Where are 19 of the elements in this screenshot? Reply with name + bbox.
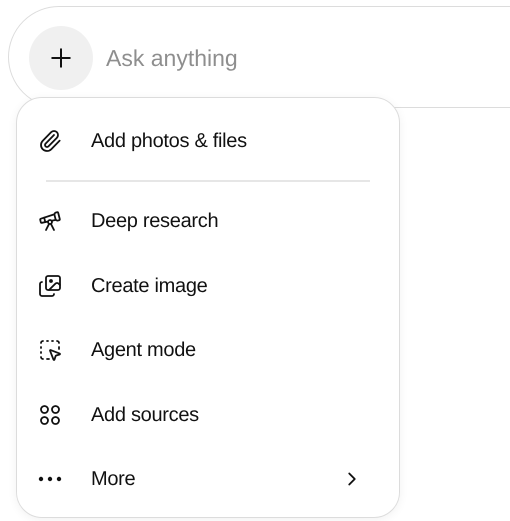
menu-item-label: Create image <box>91 274 208 299</box>
menu-item[interactable]: Deep research <box>29 189 387 254</box>
menu-item-label: Deep research <box>91 209 220 234</box>
telescope-icon <box>38 209 62 234</box>
four-circles-icon <box>38 402 62 427</box>
menu-item[interactable]: Add photos & files <box>29 112 387 169</box>
menu-item-label: More <box>91 467 136 492</box>
more-icon <box>38 476 62 482</box>
message-input[interactable]: Ask anything <box>106 40 486 76</box>
menu-item[interactable]: Add sources <box>29 382 387 447</box>
menu-item[interactable]: Agent mode <box>29 318 387 382</box>
pointer-icon <box>38 338 62 362</box>
menu-item-label: Agent mode <box>91 338 197 364</box>
paperclip-icon <box>38 128 62 152</box>
menu-item-label: Add sources <box>91 402 200 428</box>
menu-item[interactable]: More <box>29 447 387 512</box>
menu-item[interactable]: Create image <box>29 254 387 318</box>
menu-item-label: Add photos & files <box>91 128 248 154</box>
images-icon <box>38 274 62 298</box>
